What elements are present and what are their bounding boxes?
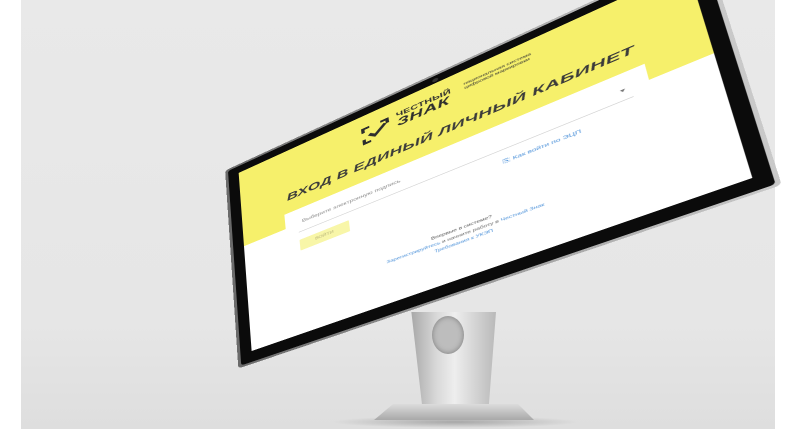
certificate-icon: ⎘ [502,157,511,166]
stand-cable-hole [432,316,464,354]
checkmark-logo-icon [358,114,394,148]
chevron-down-icon: ▾ [619,87,627,95]
monitor-stand-base [374,404,534,420]
